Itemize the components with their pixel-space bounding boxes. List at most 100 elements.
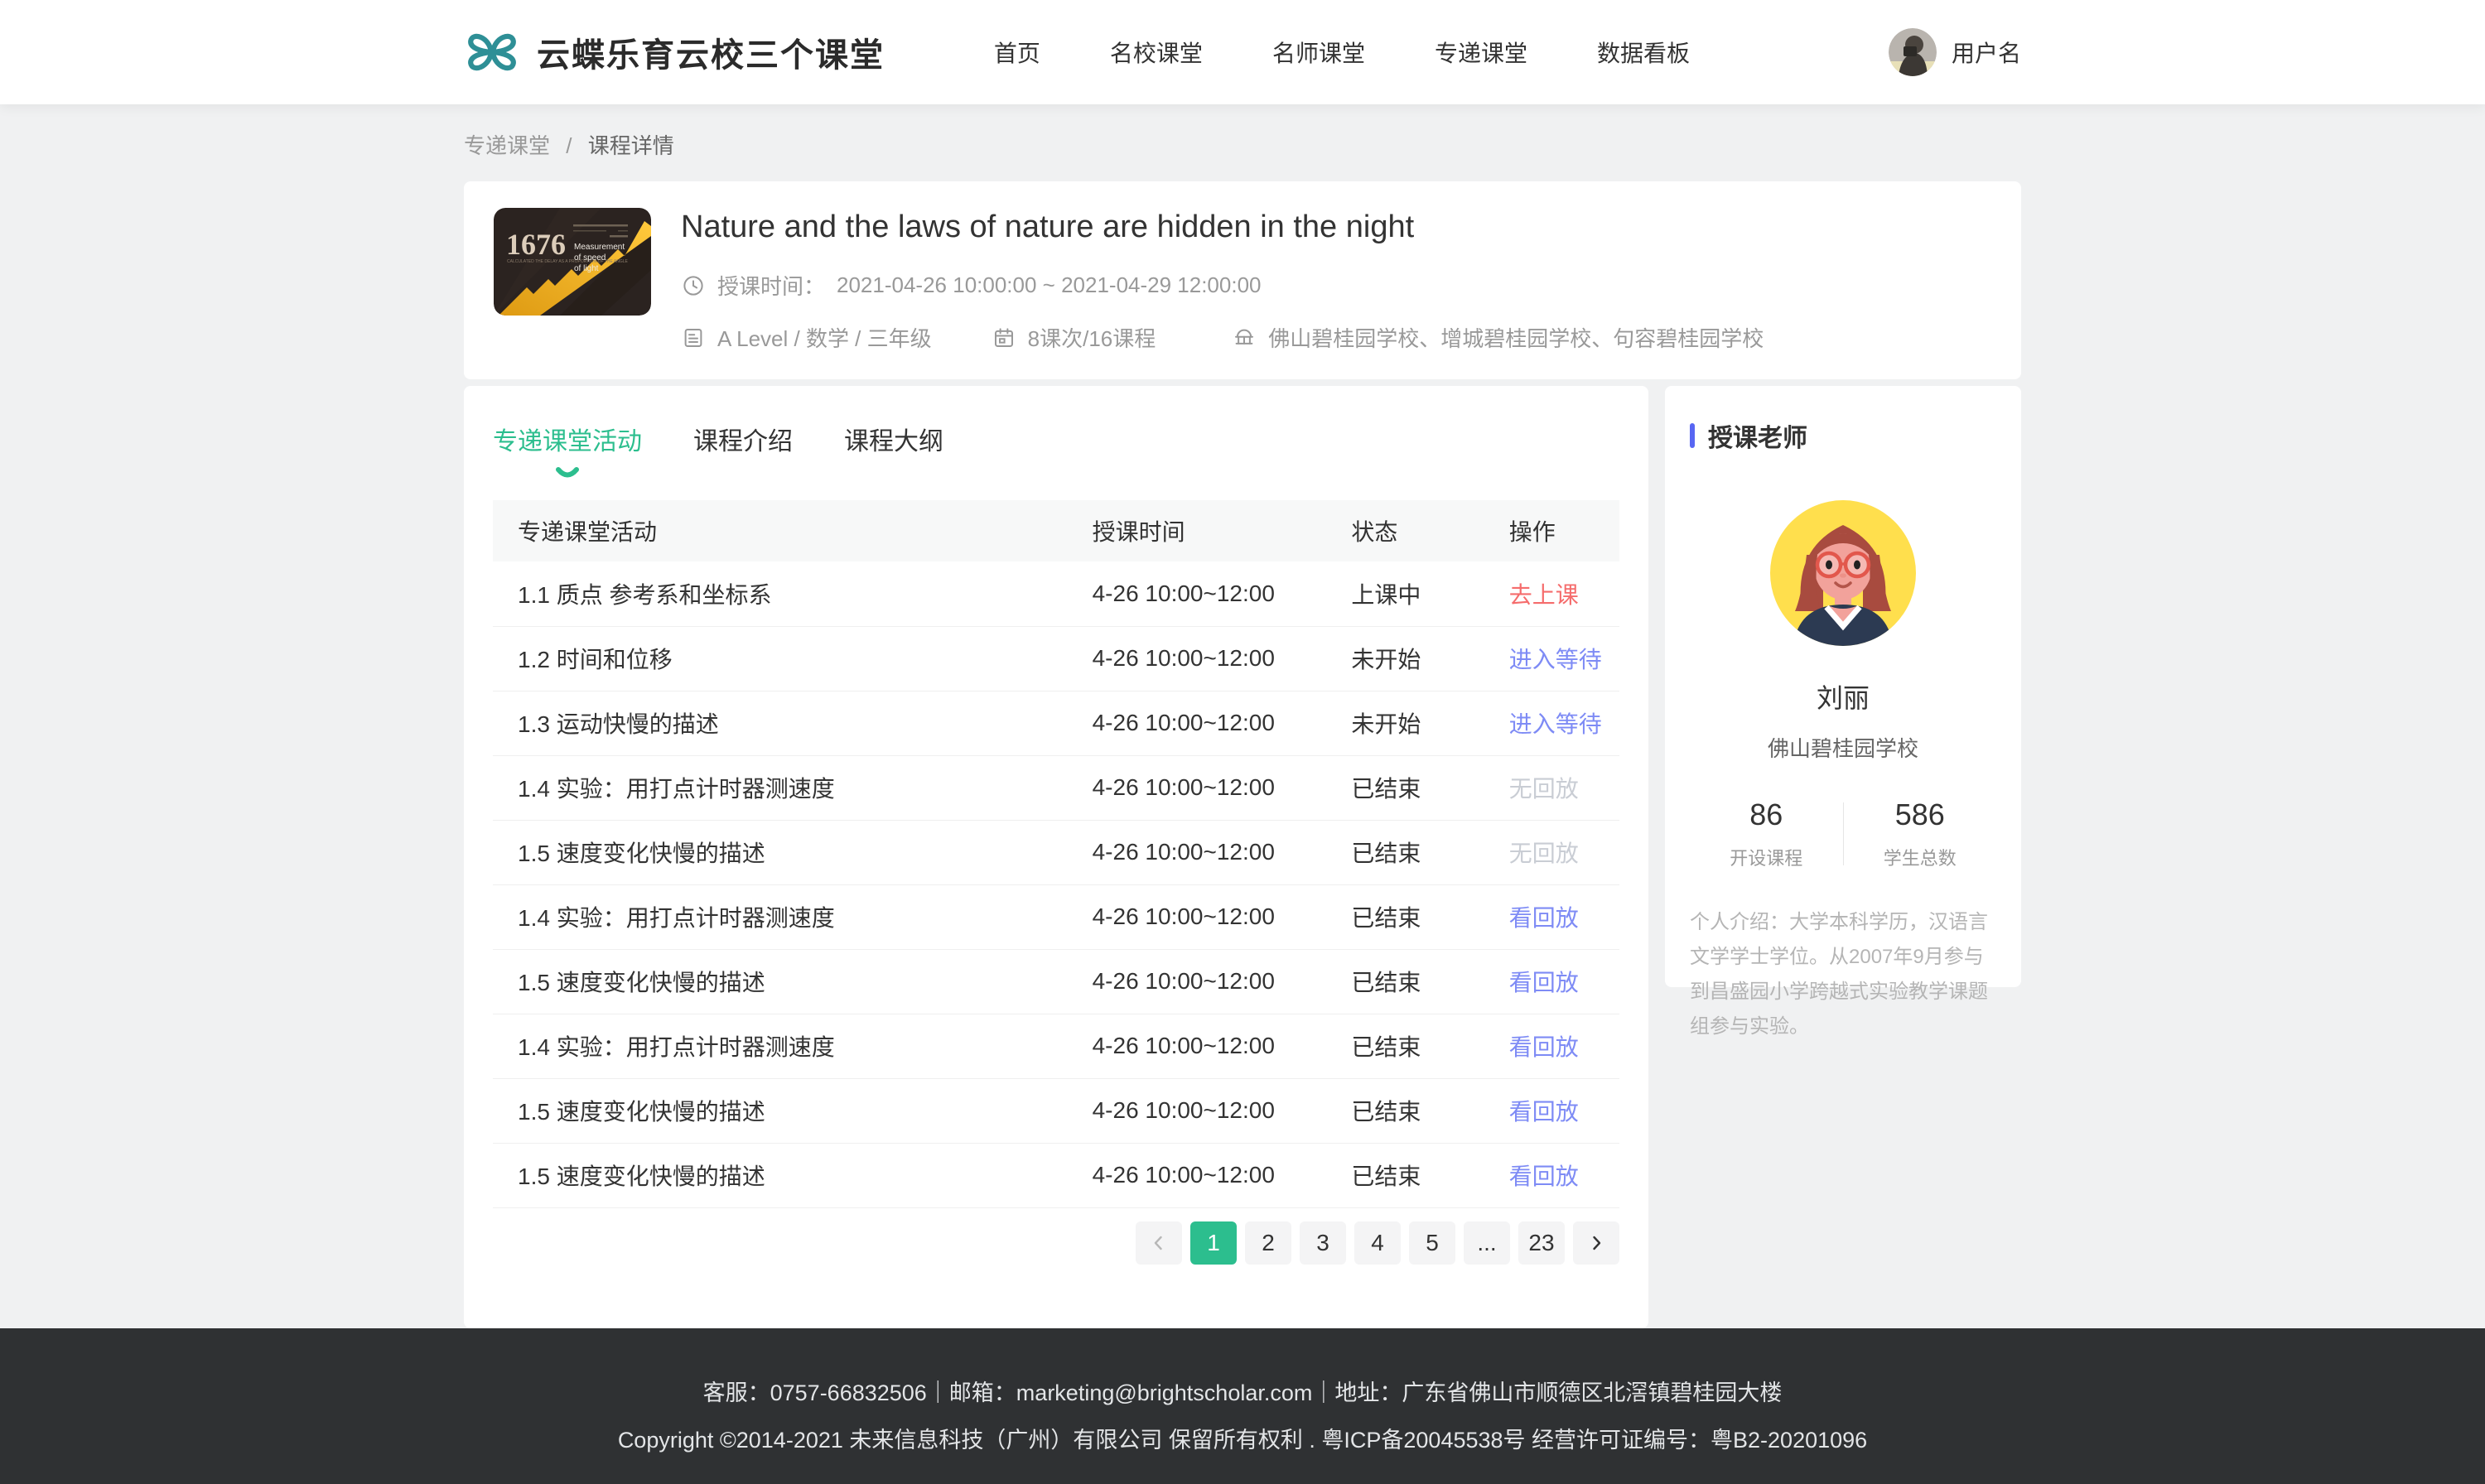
calendar-icon [992, 325, 1016, 350]
section-title-bar [1690, 423, 1695, 448]
lesson-name: 1.1 质点 参考系和坐标系 [493, 561, 1068, 626]
thumb-small-print: CALCULATED THE DELAY AS A PROPORTION OF … [507, 259, 629, 264]
lesson-action-link[interactable]: 去上课 [1509, 582, 1579, 608]
course-lesson-count-text: 8课次/16课程 [1028, 322, 1156, 353]
lesson-time: 4-26 10:00~12:00 [1068, 755, 1327, 820]
lesson-time: 4-26 10:00~12:00 [1068, 691, 1327, 755]
lesson-status: 已结束 [1326, 755, 1484, 820]
stat-courses: 86 开设课程 [1690, 797, 1843, 870]
breadcrumb-parent[interactable]: 专递课堂 [464, 133, 550, 158]
active-tab-indicator [555, 467, 580, 480]
lesson-action-link[interactable]: 看回放 [1509, 970, 1579, 995]
footer-copyright-line: Copyright ©2014-2021 未来信息科技（广州）有限公司 保留所有… [0, 1422, 2485, 1454]
teacher-name: 刘丽 [1690, 677, 1996, 716]
teacher-avatar [1770, 500, 1916, 646]
lesson-action-link[interactable]: 看回放 [1509, 1034, 1579, 1060]
lesson-action-disabled: 无回放 [1509, 841, 1579, 866]
lesson-action-disabled: 无回放 [1509, 776, 1579, 802]
table-header-row: 专递课堂活动 授课时间 状态 操作 [493, 500, 1619, 561]
course-lesson-count: 8课次/16课程 [992, 322, 1156, 353]
lesson-time: 4-26 10:00~12:00 [1068, 820, 1327, 884]
tab-course-intro[interactable]: 课程介绍 [693, 421, 793, 482]
lesson-name: 1.5 速度变化快慢的描述 [493, 949, 1068, 1014]
pagination-next-button[interactable] [1573, 1221, 1619, 1265]
course-thumbnail: 1676 CALCULATED THE DELAY AS A PROPORTIO… [494, 208, 651, 316]
col-header-activity: 专递课堂活动 [493, 500, 1068, 561]
breadcrumb-separator: / [566, 133, 572, 158]
user-name: 用户名 [1952, 36, 2021, 69]
pagination-page-1[interactable]: 1 [1190, 1221, 1237, 1265]
lesson-time: 4-26 10:00~12:00 [1068, 884, 1327, 949]
nav-item-famous-school[interactable]: 名校课堂 [1110, 36, 1203, 69]
lesson-status: 未开始 [1326, 626, 1484, 691]
user-avatar [1889, 28, 1937, 76]
lesson-status: 已结束 [1326, 1014, 1484, 1078]
certificate-icon [681, 325, 706, 350]
svg-text:of light: of light [574, 264, 599, 273]
lesson-status: 未开始 [1326, 691, 1484, 755]
top-navbar: 云蝶乐育云校三个课堂 首页 名校课堂 名师课堂 专递课堂 数据看板 [0, 0, 2485, 104]
stat-courses-value: 86 [1690, 797, 1843, 832]
stat-courses-label: 开设课程 [1690, 844, 1843, 870]
lesson-name: 1.5 速度变化快慢的描述 [493, 820, 1068, 884]
teacher-school: 佛山碧桂园学校 [1690, 732, 1996, 763]
page: 云蝶乐育云校三个课堂 首页 名校课堂 名师课堂 专递课堂 数据看板 [0, 0, 2485, 1484]
tab-course-outline[interactable]: 课程大纲 [844, 421, 943, 482]
pagination-prev-button[interactable] [1136, 1221, 1182, 1265]
lesson-action-link[interactable]: 看回放 [1509, 1099, 1579, 1125]
butterfly-logo-icon [464, 30, 520, 75]
nav-item-delivery-class[interactable]: 专递课堂 [1435, 36, 1527, 69]
lesson-time: 4-26 10:00~12:00 [1068, 626, 1327, 691]
svg-text:Measurement: Measurement [574, 243, 625, 252]
table-row: 1.4 实验：用打点计时器测速度 4-26 10:00~12:00 已结束 看回… [493, 1014, 1619, 1078]
pagination-page-3[interactable]: 3 [1300, 1221, 1346, 1265]
course-time-value: 2021-04-26 10:00:00 ~ 2021-04-29 12:00:0… [837, 272, 1261, 298]
course-schools: 佛山碧桂园学校、增城碧桂园学校、句容碧桂园学校 [1232, 322, 1764, 353]
lesson-name: 1.3 运动快慢的描述 [493, 691, 1068, 755]
nav-item-dashboard[interactable]: 数据看板 [1597, 36, 1690, 69]
teacher-panel: 授课老师 [1665, 386, 2021, 987]
tab-delivery-activity[interactable]: 专递课堂活动 [493, 421, 642, 482]
page-footer: 客服：0757-66832506｜邮箱：marketing@brightscho… [0, 1328, 2485, 1484]
table-row: 1.1 质点 参考系和坐标系 4-26 10:00~12:00 上课中 去上课 [493, 561, 1619, 626]
lesson-status: 已结束 [1326, 884, 1484, 949]
nav-item-home[interactable]: 首页 [994, 36, 1040, 69]
pagination-ellipsis[interactable]: ... [1464, 1221, 1510, 1265]
course-time-label: 授课时间： [717, 270, 825, 301]
table-row: 1.5 速度变化快慢的描述 4-26 10:00~12:00 已结束 看回放 [493, 1078, 1619, 1143]
school-building-icon [1232, 325, 1257, 350]
lesson-action-link[interactable]: 进入等待 [1509, 647, 1602, 672]
lesson-action-link[interactable]: 看回放 [1509, 905, 1579, 931]
user-menu[interactable]: 用户名 [1889, 28, 2021, 76]
svg-text:of speed: of speed [574, 253, 606, 263]
course-level-text: A Level / 数学 / 三年级 [717, 322, 932, 353]
lesson-action-link[interactable]: 看回放 [1509, 1164, 1579, 1189]
lesson-name: 1.5 速度变化快慢的描述 [493, 1143, 1068, 1207]
lesson-table: 专递课堂活动 授课时间 状态 操作 1.1 质点 参考系和坐标系 4-26 10… [493, 500, 1619, 1208]
nav-item-famous-teacher[interactable]: 名师课堂 [1272, 36, 1365, 69]
pagination-page-5[interactable]: 5 [1409, 1221, 1455, 1265]
course-level: A Level / 数学 / 三年级 [681, 322, 932, 353]
thumb-year: 1676 [506, 228, 566, 261]
lesson-name: 1.4 实验：用打点计时器测速度 [493, 755, 1068, 820]
lesson-name: 1.5 速度变化快慢的描述 [493, 1078, 1068, 1143]
lesson-status: 已结束 [1326, 949, 1484, 1014]
course-tabs: 专递课堂活动 课程介绍 课程大纲 [493, 421, 1619, 482]
col-header-time: 授课时间 [1068, 500, 1327, 561]
brand-logo-home-link[interactable]: 云蝶乐育云校三个课堂 [464, 28, 885, 76]
table-row: 1.5 速度变化快慢的描述 4-26 10:00~12:00 已结束 看回放 [493, 949, 1619, 1014]
brand-name: 云蝶乐育云校三个课堂 [537, 28, 885, 76]
pagination-page-4[interactable]: 4 [1354, 1221, 1401, 1265]
lesson-action-link[interactable]: 进入等待 [1509, 711, 1602, 737]
lesson-status: 已结束 [1326, 1078, 1484, 1143]
course-title: Nature and the laws of nature are hidden… [681, 210, 1991, 245]
lesson-name: 1.2 时间和位移 [493, 626, 1068, 691]
course-time: 授课时间： 2021-04-26 10:00:00 ~ 2021-04-29 1… [681, 270, 1262, 301]
clock-icon [681, 273, 706, 298]
table-row: 1.5 速度变化快慢的描述 4-26 10:00~12:00 已结束 看回放 [493, 1143, 1619, 1207]
table-row: 1.5 速度变化快慢的描述 4-26 10:00~12:00 已结束 无回放 [493, 820, 1619, 884]
col-header-status: 状态 [1326, 500, 1484, 561]
pagination-page-2[interactable]: 2 [1245, 1221, 1291, 1265]
footer-contact-line: 客服：0757-66832506｜邮箱：marketing@brightscho… [0, 1375, 2485, 1407]
pagination-page-23[interactable]: 23 [1518, 1221, 1565, 1265]
